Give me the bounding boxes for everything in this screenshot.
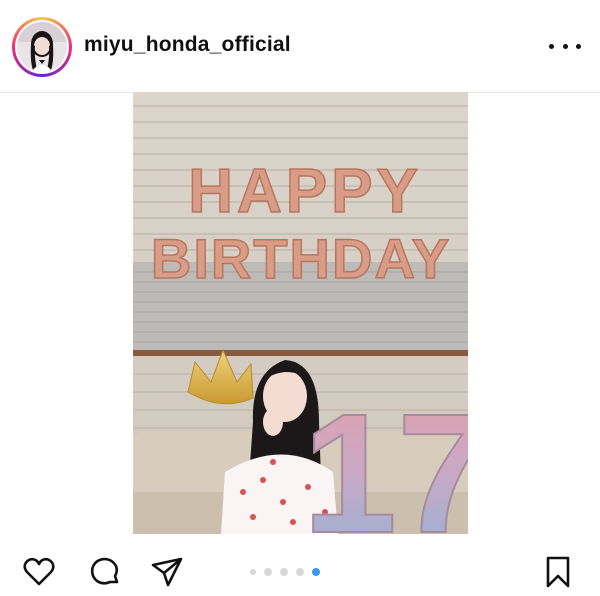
carousel-indicator: [250, 568, 322, 578]
heart-icon[interactable]: [22, 555, 56, 589]
carousel-dot-active: [312, 568, 320, 576]
send-icon[interactable]: [150, 555, 184, 589]
carousel-dot: [250, 569, 256, 575]
carousel-dot: [280, 568, 288, 576]
balloon-text-birthday: BIRTHDAY: [151, 227, 451, 290]
bookmark-icon[interactable]: [541, 555, 575, 589]
balloon-text-happy: HAPPY: [188, 157, 422, 226]
carousel-dot: [296, 568, 304, 576]
comment-icon[interactable]: [88, 555, 122, 589]
username-link[interactable]: miyu_honda_official: [84, 33, 291, 57]
avatar-image: [17, 22, 67, 72]
post-header: miyu_honda_official: [0, 0, 600, 93]
carousel-dot: [264, 568, 272, 576]
more-options-icon[interactable]: [549, 36, 581, 56]
balloon-number: 17: [302, 379, 468, 534]
post-photo[interactable]: HAPPY BIRTHDAY 17: [133, 92, 468, 534]
avatar[interactable]: [12, 17, 72, 77]
